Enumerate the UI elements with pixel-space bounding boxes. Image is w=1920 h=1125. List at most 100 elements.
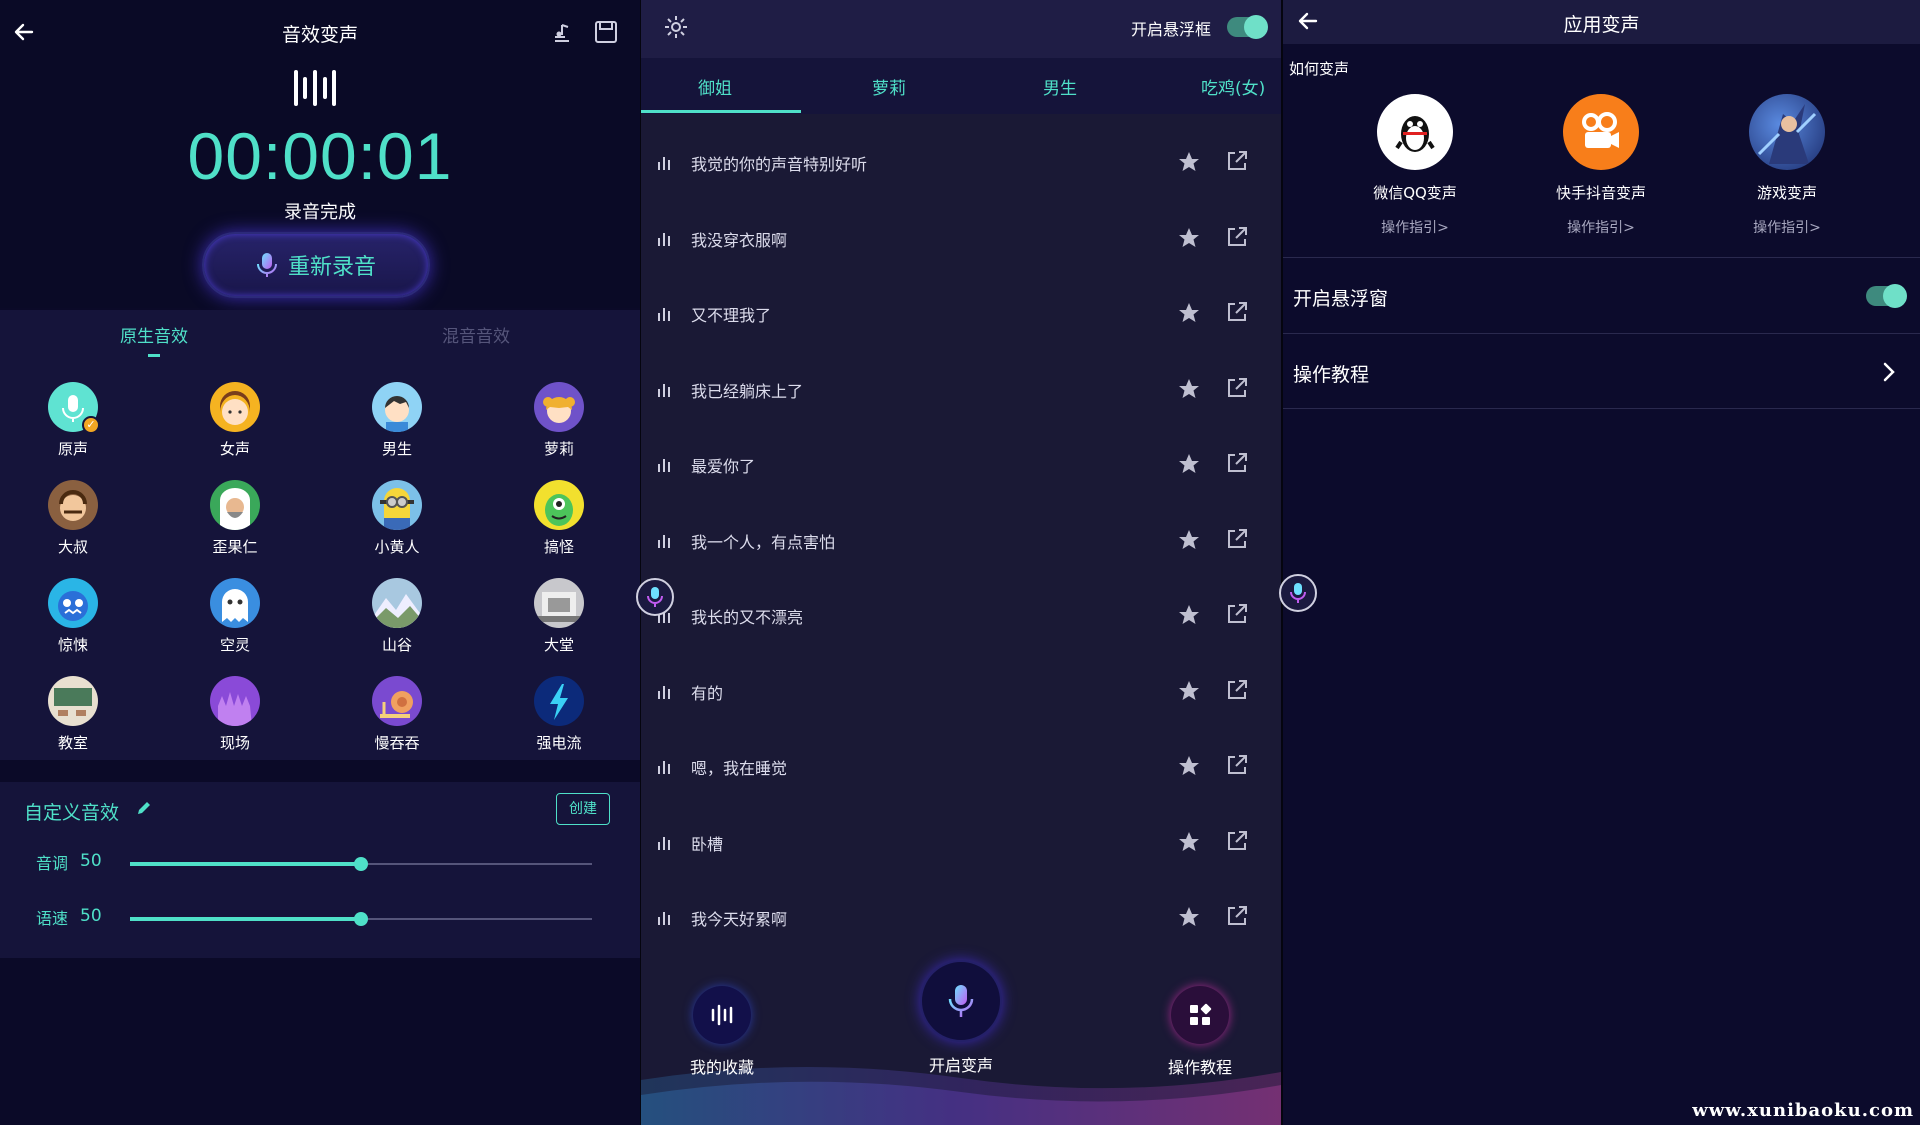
effect-horror[interactable]: 惊悚: [13, 578, 133, 655]
share-icon[interactable]: [1225, 904, 1249, 928]
tab-yujie[interactable]: 御姐: [698, 74, 732, 99]
equalizer-icon: [658, 836, 670, 850]
speed-slider-thumb[interactable]: [354, 912, 368, 926]
effect-funny[interactable]: 搞怪: [499, 480, 619, 557]
girl-avatar-icon: [210, 382, 260, 432]
start-voice-change-button[interactable]: 开启变声: [911, 960, 1011, 1076]
tutorial-row[interactable]: 操作教程: [1283, 333, 1920, 409]
pitch-slider[interactable]: [130, 857, 592, 871]
float-window-label: 开启悬浮窗: [1293, 288, 1389, 310]
speed-value: 50: [80, 906, 102, 926]
phrase-item[interactable]: 最爱你了: [641, 426, 1281, 501]
share-icon[interactable]: [1225, 149, 1249, 173]
share-icon[interactable]: [1225, 527, 1249, 551]
app-wechat-qq[interactable]: 微信QQ变声 操作指引>: [1330, 94, 1500, 237]
create-button[interactable]: 创建: [556, 793, 610, 825]
app-guide-link[interactable]: 操作指引>: [1516, 217, 1686, 237]
float-window-toggle[interactable]: [1866, 284, 1907, 308]
app-guide-link[interactable]: 操作指引>: [1702, 217, 1872, 237]
tab-indicator: [641, 110, 801, 113]
share-icon[interactable]: [1225, 376, 1249, 400]
phrase-item[interactable]: 卧槽: [641, 804, 1281, 879]
star-icon[interactable]: [1177, 377, 1201, 401]
equalizer-icon: [658, 459, 670, 472]
float-window-row[interactable]: 开启悬浮窗: [1283, 257, 1920, 333]
star-icon[interactable]: [1177, 905, 1201, 929]
star-icon[interactable]: [1177, 754, 1201, 778]
effect-foreigner[interactable]: 歪果仁: [175, 480, 295, 557]
share-icon[interactable]: [1225, 753, 1249, 777]
tab-luoli[interactable]: 萝莉: [872, 74, 906, 99]
app-guide-link[interactable]: 操作指引>: [1330, 217, 1500, 237]
float-window-toggle[interactable]: [1227, 15, 1268, 39]
rerecord-button[interactable]: 重新录音: [202, 232, 430, 298]
app-kuaishou-douyin[interactable]: 快手抖音变声 操作指引>: [1516, 94, 1686, 237]
valley-icon: [372, 578, 422, 628]
effect-loli[interactable]: 萝莉: [499, 382, 619, 459]
equalizer-icon: [658, 308, 670, 321]
music-list-icon[interactable]: [550, 20, 576, 46]
app-game[interactable]: 游戏变声 操作指引>: [1702, 94, 1872, 237]
pitch-slider-thumb[interactable]: [354, 857, 368, 871]
share-icon[interactable]: [1225, 300, 1249, 324]
effect-label: 现场: [219, 734, 250, 752]
star-icon[interactable]: [1177, 301, 1201, 325]
star-icon[interactable]: [1177, 603, 1201, 627]
effect-minion[interactable]: 小黄人: [337, 480, 457, 557]
share-icon[interactable]: [1225, 451, 1249, 475]
star-icon[interactable]: [1177, 528, 1201, 552]
bottom-action-bar: 我的收藏 开启变声 操作教程: [641, 960, 1281, 1125]
phrase-item[interactable]: 有的: [641, 653, 1281, 728]
effect-live[interactable]: 现场: [175, 676, 295, 753]
phrase-item[interactable]: 又不理我了: [641, 275, 1281, 350]
effect-ethereal[interactable]: 空灵: [175, 578, 295, 655]
phrase-item[interactable]: 我一个人，有点害怕: [641, 502, 1281, 577]
tab-mix-effects[interactable]: 混音音效: [442, 322, 510, 347]
pitch-label: 音调: [36, 854, 69, 873]
floating-mic-ball[interactable]: [636, 578, 674, 616]
star-icon[interactable]: [1177, 679, 1201, 703]
effect-electric[interactable]: 强电流: [499, 676, 619, 753]
star-icon[interactable]: [1177, 150, 1201, 174]
floating-mic-ball[interactable]: [1279, 574, 1317, 612]
effect-hall[interactable]: 大堂: [499, 578, 619, 655]
speed-slider[interactable]: [130, 912, 592, 926]
effect-slow[interactable]: 慢吞吞: [337, 676, 457, 753]
tab-nansheng[interactable]: 男生: [1043, 74, 1077, 99]
effect-uncle[interactable]: 大叔: [13, 480, 133, 557]
effect-male[interactable]: 男生: [337, 382, 457, 459]
star-icon[interactable]: [1177, 452, 1201, 476]
phrase-item[interactable]: 我已经躺床上了: [641, 351, 1281, 426]
phrase-item[interactable]: 我今天好累啊: [641, 879, 1281, 954]
phrase-item[interactable]: 嗯，我在睡觉: [641, 728, 1281, 803]
effect-classroom[interactable]: 教室: [13, 676, 133, 753]
share-icon[interactable]: [1225, 678, 1249, 702]
share-icon[interactable]: [1225, 829, 1249, 853]
phrase-panel: 开启悬浮框 御姐 萝莉 男生 吃鸡(女) 我觉的你的声音特别好听 我没穿衣服啊 又不…: [641, 0, 1281, 1125]
app-name: 游戏变声: [1756, 184, 1817, 202]
effect-female[interactable]: 女声: [175, 382, 295, 459]
pencil-icon[interactable]: [136, 800, 152, 816]
tutorial-button[interactable]: 操作教程: [1145, 986, 1255, 1078]
minion-avatar-icon: [372, 480, 422, 530]
effect-label: 大叔: [57, 538, 88, 556]
effect-valley[interactable]: 山谷: [337, 578, 457, 655]
phrase-item[interactable]: 我长的又不漂亮: [641, 577, 1281, 652]
gear-icon[interactable]: [663, 14, 689, 40]
save-icon[interactable]: [592, 18, 620, 46]
star-icon[interactable]: [1177, 226, 1201, 250]
phrase-item[interactable]: 我觉的你的声音特别好听: [641, 124, 1281, 199]
monster-avatar-icon: [534, 480, 584, 530]
kuaishou-icon: [1563, 94, 1639, 170]
star-icon[interactable]: [1177, 830, 1201, 854]
share-icon[interactable]: [1225, 225, 1249, 249]
effect-original[interactable]: ✓ 原声: [13, 382, 133, 459]
equalizer-icon: [658, 912, 670, 925]
share-icon[interactable]: [1225, 602, 1249, 626]
phrase-item[interactable]: 我没穿衣服啊: [641, 200, 1281, 275]
chevron-right-icon: [1883, 362, 1895, 382]
tab-native-effects[interactable]: 原生音效: [120, 322, 188, 347]
favorites-button[interactable]: 我的收藏: [667, 986, 777, 1078]
tab-chiji-female[interactable]: 吃鸡(女): [1201, 74, 1265, 99]
category-tabs: 御姐 萝莉 男生 吃鸡(女): [641, 58, 1281, 114]
